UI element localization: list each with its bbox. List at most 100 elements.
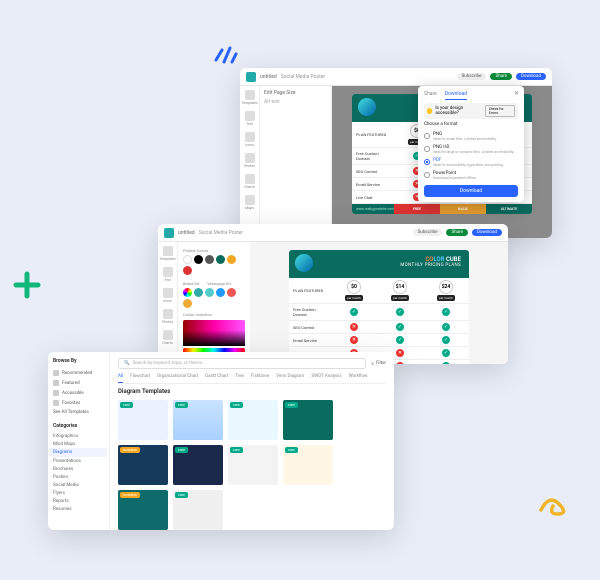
app-logo[interactable] — [164, 228, 174, 238]
tab-download[interactable]: Download — [445, 91, 467, 100]
tab-fishbone[interactable]: Fishbone — [251, 374, 269, 383]
accessibility-check: ! Is your design accessible? Check for E… — [424, 103, 518, 119]
pricing-template[interactable]: COLOR CUBE MONTHLY PRICING PLANS PLAN FE… — [289, 250, 469, 364]
template-card[interactable]: BUSINESS — [118, 490, 168, 530]
swatch[interactable] — [227, 288, 236, 297]
canvas[interactable]: COLOR CUBE MONTHLY PRICING PLANS PLAN FE… — [332, 86, 552, 238]
sidebar-see-all[interactable]: See All Templates — [53, 408, 104, 417]
template-card[interactable]: FREE — [118, 400, 168, 440]
swatch[interactable] — [227, 255, 236, 264]
check-errors-button[interactable]: Check for Errors — [485, 105, 515, 117]
format-png[interactable]: PNGIdeal for small files. Limited access… — [424, 130, 518, 143]
template-card[interactable]: FREE — [173, 400, 223, 440]
filter-icon: ≡ — [371, 361, 374, 367]
tab-all[interactable]: All — [118, 374, 123, 383]
sidebar-recommended[interactable]: Recommended — [53, 368, 104, 378]
format-pdf[interactable]: PDFIdeal for accessibility, hyperlinks, … — [424, 156, 518, 169]
editor-window-colors: untitled Social Media Poster Subscribe S… — [158, 224, 508, 364]
template-card[interactable]: FREE — [228, 445, 278, 485]
cat-flyers[interactable]: Flyers — [53, 489, 104, 497]
sidebar-featured[interactable]: Featured — [53, 378, 104, 388]
sidebar-favorites[interactable]: Favorites — [53, 398, 104, 408]
template-grid: FREE FREE FREE FREE BUSINESS FREE FREE F… — [118, 400, 386, 530]
template-card[interactable]: FREE — [173, 445, 223, 485]
file-name[interactable]: untitled — [260, 74, 277, 80]
template-browser-window: Browse By Recommended Featured Accessibl… — [48, 352, 394, 530]
cat-mindmaps[interactable]: Mind Maps — [53, 440, 104, 448]
cat-reports[interactable]: Reports — [53, 497, 104, 505]
rail-icons[interactable]: Icons — [243, 132, 257, 147]
template-card[interactable]: FREE — [173, 490, 223, 530]
swatch[interactable] — [183, 266, 192, 275]
tab-flowchart[interactable]: Flowchart — [130, 374, 150, 383]
download-button[interactable]: Download — [472, 229, 502, 236]
rail-templates[interactable]: Templates — [243, 90, 257, 105]
venngage-kit-label[interactable]: Venngage Kit — [207, 281, 231, 286]
tab-swot[interactable]: SWOT Analysis — [311, 374, 341, 383]
cat-infographics[interactable]: Infographics — [53, 432, 104, 440]
rail-text[interactable]: Text — [161, 267, 175, 282]
tab-venn[interactable]: Venn Diagram — [276, 374, 304, 383]
edit-page-size[interactable]: Edit Page Size — [264, 90, 327, 96]
rail-icons[interactable]: Icons — [161, 288, 175, 303]
side-panel: Edit Page Size Alt text — [260, 86, 332, 238]
template-card[interactable]: FREE — [228, 400, 278, 440]
decorative-swirl — [535, 490, 575, 520]
rail-maps[interactable]: Maps — [243, 195, 257, 210]
left-rail: Templates Text Icons Photos Charts — [158, 242, 178, 364]
search-input[interactable]: 🔍 Search by keyword, topic, or theme... — [118, 358, 366, 369]
rail-text[interactable]: Text — [243, 111, 257, 126]
download-confirm-button[interactable]: Download — [424, 185, 518, 197]
app-logo[interactable] — [246, 72, 256, 82]
alt-text-button[interactable]: Alt text — [264, 99, 327, 105]
tab-org[interactable]: Organizational Chart — [157, 374, 198, 383]
swatch[interactable] — [205, 288, 214, 297]
rail-photos[interactable]: Photos — [243, 153, 257, 168]
download-button[interactable]: Download — [516, 73, 546, 80]
format-ppt[interactable]: PowerPointDownload to present offline. — [424, 169, 518, 182]
swatch[interactable] — [194, 255, 203, 264]
sidebar-accessible[interactable]: Accessible — [53, 388, 104, 398]
tab-workflow[interactable]: Workflow — [349, 374, 368, 383]
rail-charts[interactable]: Charts — [243, 174, 257, 189]
tab-gantt[interactable]: Gantt Chart — [205, 374, 228, 383]
cat-brochures[interactable]: Brochures — [53, 465, 104, 473]
download-modal: ✕ Share Download ! Is your design access… — [418, 86, 524, 202]
rail-templates[interactable]: Templates — [161, 246, 175, 261]
tab-share[interactable]: Share — [424, 91, 437, 100]
format-png-hd[interactable]: PNG HDIdeal for large or complex files. … — [424, 143, 518, 156]
swatch[interactable] — [183, 299, 192, 308]
share-button[interactable]: Share — [490, 73, 511, 80]
close-icon[interactable]: ✕ — [514, 90, 519, 97]
swatch[interactable] — [216, 255, 225, 264]
cat-social[interactable]: Social Media — [53, 481, 104, 489]
rail-photos[interactable]: Photos — [161, 309, 175, 324]
decorative-lines — [212, 42, 240, 66]
template-card[interactable]: FREE — [283, 400, 333, 440]
share-button[interactable]: Share — [446, 229, 467, 236]
cat-posters[interactable]: Posters — [53, 473, 104, 481]
cat-diagrams[interactable]: Diagrams — [50, 448, 107, 457]
brand-kit-label[interactable]: Brand Kit — [183, 281, 199, 286]
rail-charts[interactable]: Charts — [161, 330, 175, 345]
color-selection-label: Colour selection — [183, 312, 245, 317]
tab-tree[interactable]: Tree — [235, 374, 244, 383]
filter-button[interactable]: ≡ Filter — [371, 361, 386, 367]
swatch[interactable] — [183, 255, 192, 264]
search-icon: 🔍 — [124, 361, 130, 366]
template-card[interactable]: BUSINESS — [118, 445, 168, 485]
swatch[interactable] — [205, 255, 214, 264]
app-topbar: untitled Social Media Poster Subscribe S… — [158, 224, 508, 242]
browse-by-header: Browse By — [53, 358, 104, 364]
cat-resumes[interactable]: Resumes — [53, 505, 104, 513]
swatch[interactable] — [194, 288, 203, 297]
color-wheel-icon[interactable] — [183, 288, 192, 297]
color-gradient-picker[interactable] — [183, 320, 245, 346]
swatch[interactable] — [216, 288, 225, 297]
subscribe-button[interactable]: Subscribe — [457, 73, 487, 80]
template-card[interactable]: FREE — [283, 445, 333, 485]
canvas[interactable]: COLOR CUBE MONTHLY PRICING PLANS PLAN FE… — [250, 242, 508, 364]
left-rail: Templates Text Icons Photos Charts Maps — [240, 86, 260, 238]
cat-presentations[interactable]: Presentations — [53, 457, 104, 465]
subscribe-button[interactable]: Subscribe — [413, 229, 443, 236]
